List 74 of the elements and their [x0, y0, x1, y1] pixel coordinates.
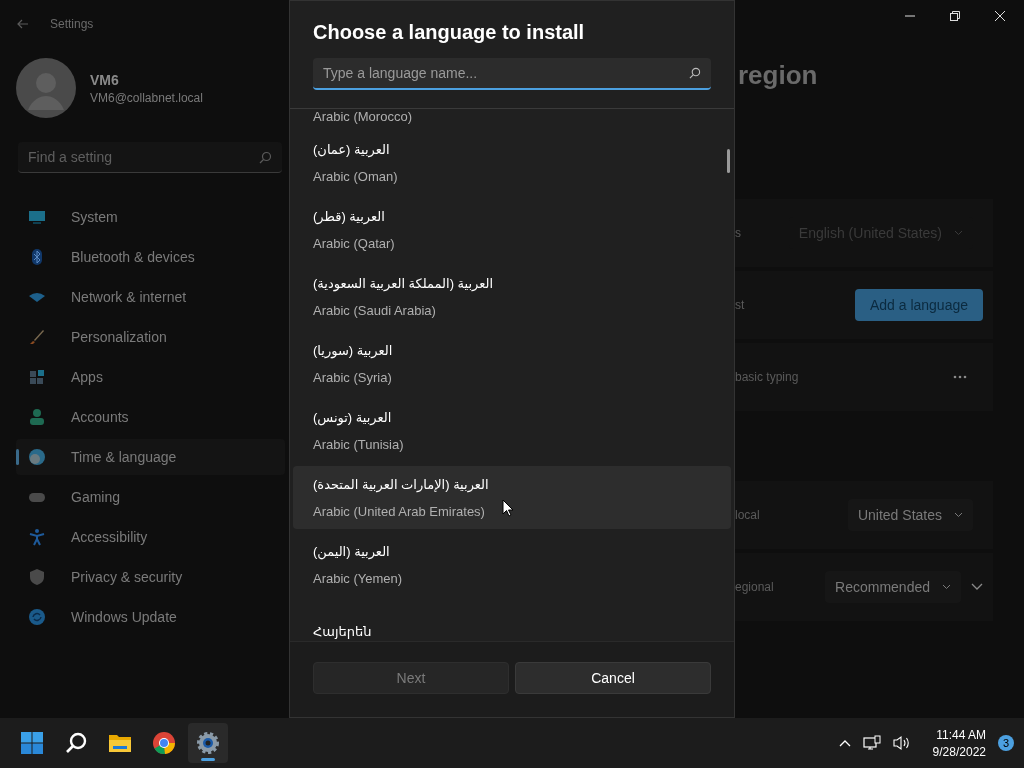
native-name: العربية (قطر)	[313, 208, 385, 224]
nav-item[interactable]: Accessibility	[16, 519, 285, 555]
english-name: Arabic (Tunisia)	[313, 436, 404, 452]
time-icon	[28, 448, 46, 466]
dialog-title: Choose a language to install	[313, 21, 586, 44]
dropdown[interactable]: Recommended	[825, 571, 961, 603]
setting-label: st	[735, 298, 745, 312]
gear-icon	[196, 731, 220, 755]
native-name: العربية (المملكة العربية السعودية)	[313, 275, 494, 291]
window-title: Settings	[50, 17, 94, 31]
page-title: region	[738, 60, 819, 91]
chevron-up-icon[interactable]	[838, 739, 851, 747]
notification-badge[interactable]: 3	[998, 735, 1014, 751]
setting-label: egional	[735, 580, 774, 594]
back-arrow-icon[interactable]	[17, 19, 29, 29]
nav-item[interactable]: Windows Update	[16, 599, 285, 635]
accessibility-icon	[28, 528, 46, 546]
scrollbar-thumb[interactable]	[727, 149, 730, 173]
nav-item[interactable]: Gaming	[16, 479, 285, 515]
shield-icon	[28, 568, 46, 586]
setting-label: s	[735, 226, 741, 240]
english-name: Arabic (Syria)	[313, 369, 392, 385]
dialog-button[interactable]: Cancel	[515, 662, 711, 694]
setting-label: basic typing	[735, 370, 799, 384]
native-name: العربية (سوريا)	[313, 342, 393, 358]
native-name: العربية (تونس)	[313, 409, 392, 425]
windows-logo-icon	[20, 731, 44, 755]
restore-icon[interactable]	[949, 10, 961, 22]
nav-item[interactable]: Privacy & security	[16, 559, 285, 595]
native-name: Հայերեն	[313, 624, 372, 639]
account-name: VM6	[90, 71, 120, 88]
english-name: Arabic (Yemen)	[313, 570, 403, 586]
search-icon	[689, 67, 701, 79]
english-name: Arabic (Oman)	[313, 168, 398, 184]
english-name: Arabic (Morocco)	[313, 109, 412, 124]
nav-item[interactable]: Personalization	[16, 319, 285, 355]
language-item[interactable]: Հայերեն	[293, 600, 731, 641]
close-icon[interactable]	[994, 10, 1006, 22]
nav-item[interactable]: Apps	[16, 359, 285, 395]
nav-item[interactable]: Bluetooth & devices	[16, 239, 285, 275]
chevron-down-icon	[942, 584, 951, 590]
language-item[interactable]: Arabic (Morocco)	[293, 109, 731, 127]
nav-item[interactable]: System	[16, 199, 285, 235]
english-name: Arabic (United Arab Emirates)	[313, 503, 485, 519]
speaker-icon[interactable]	[892, 735, 911, 751]
avatar-icon	[16, 58, 76, 118]
update-icon	[28, 608, 46, 626]
more-icon[interactable]	[953, 375, 967, 379]
chevron-down-icon[interactable]	[971, 583, 983, 591]
setting-label: local	[735, 508, 760, 522]
native-name: العربية (اليمن)	[313, 543, 390, 559]
native-name: العربية (الإمارات العربية المتحدة)	[313, 476, 489, 492]
nav-item[interactable]: Accounts	[16, 399, 285, 435]
clock[interactable]: 11:44 AM 9/28/2022	[932, 727, 986, 759]
search-icon	[64, 731, 88, 755]
english-name: Arabic (Saudi Arabia)	[313, 302, 436, 318]
person-icon	[28, 408, 46, 426]
dropdown[interactable]: United States	[847, 499, 973, 531]
search-icon	[259, 151, 272, 164]
apps-icon	[28, 368, 46, 386]
chevron-down-icon	[954, 230, 963, 236]
nav-item[interactable]: Network & internet	[16, 279, 285, 315]
native-name: العربية (عمان)	[313, 141, 390, 157]
network-icon[interactable]	[862, 735, 881, 751]
round-logo-icon	[152, 731, 176, 755]
language-search-field[interactable]: Type a language name...	[313, 58, 711, 90]
nav-item[interactable]: Time & language	[16, 439, 285, 475]
mouse-cursor-icon	[502, 499, 514, 517]
brush-icon	[28, 328, 46, 346]
chevron-down-icon	[954, 512, 963, 518]
search-field[interactable]: Find a setting	[18, 142, 282, 173]
english-name: Arabic (Qatar)	[313, 235, 395, 251]
account-email: VM6@collabnet.local	[90, 90, 203, 105]
system-icon	[28, 208, 46, 226]
